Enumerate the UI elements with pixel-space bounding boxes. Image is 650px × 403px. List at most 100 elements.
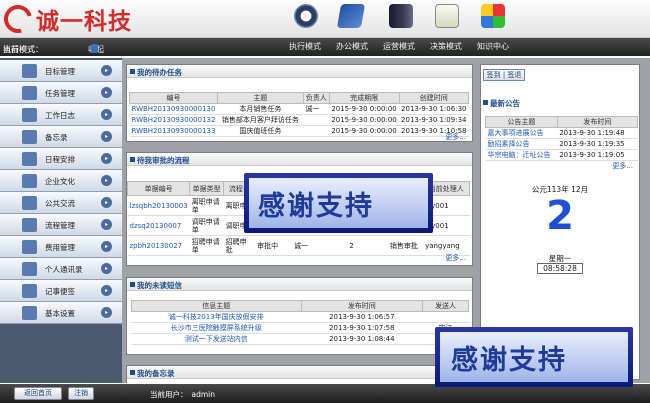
col-header: 创建时间 — [398, 92, 470, 104]
notice-subject[interactable]: 嘉大事项进展公告 — [485, 127, 558, 139]
watermark-text: 感谢支持 — [258, 191, 374, 222]
task-deadline: 2015-9-30 0:00:00 — [329, 114, 400, 126]
table-row[interactable]: RWBH20130930000132 销售部本月客户拜访任务 2015-9-30… — [129, 114, 469, 126]
message-subject[interactable]: 长沙市三医院触摸屏系统升级 — [131, 322, 301, 334]
watermark-overlay: 感谢支持 — [244, 173, 433, 233]
sidebar-item-label: 任务管理 — [45, 89, 75, 98]
table-row[interactable]: 华宗电脑：迁址公告 2013-9-30 1:19:05 — [485, 149, 638, 161]
message-time: 2013-9-30 1:07:58 — [301, 322, 423, 334]
col-header: 主题 — [216, 92, 304, 104]
doc-id[interactable]: lzsqbh20130003 — [127, 195, 190, 216]
sidebar-item-7[interactable]: 流程管理 ▸ — [0, 214, 122, 236]
task-deadline: 2015-9-30 0:00:00 — [329, 103, 400, 115]
sidebar-item-2[interactable]: 工作日志 ▸ — [0, 104, 122, 126]
chevron-right-icon: ▸ — [101, 109, 112, 120]
chevron-right-icon: ▸ — [101, 241, 112, 252]
table-row[interactable]: zpbh20130027 招聘申请单 招聘申批 审批中 诚一 2 销售审批 yan… — [127, 235, 470, 256]
col-header: 发送人 — [422, 300, 469, 312]
mode-office[interactable]: 办公模式 — [336, 41, 368, 52]
sidebar-item-10[interactable]: 记事便签 ▸ — [0, 280, 122, 302]
workflow-icon — [22, 218, 37, 232]
table-row[interactable]: 测试一下发送站内信 2013-9-30 1:08:44 — [131, 333, 469, 345]
home-button[interactable]: 返回首页 — [14, 387, 62, 400]
book-icon[interactable] — [336, 4, 366, 28]
doc-id[interactable]: dzsq20130007 — [127, 215, 190, 236]
approvals-title: 待我审批的流程 — [130, 155, 190, 166]
mode-decision[interactable]: 决策模式 — [430, 41, 462, 52]
sidebar-item-6[interactable]: 公共交流 ▸ — [0, 192, 122, 214]
message-subject[interactable]: 诚一科技2013年国庆放假安排 — [131, 311, 301, 323]
task-subject: 销售部本月客户拜访任务 — [217, 114, 304, 126]
current-user: 当前用户： admin — [150, 390, 215, 399]
task-subject: 本月销售任务 — [217, 103, 304, 115]
sidebar-item-3[interactable]: 备忘录 ▸ — [0, 126, 122, 148]
flow-node: 销售审批 — [389, 241, 418, 250]
sidebar-item-11[interactable]: 基本设置 ▸ — [0, 302, 122, 324]
task-deadline: 2015-9-30 0:00:00 — [329, 125, 400, 137]
sidebar-item-8[interactable]: 费用管理 ▸ — [0, 236, 122, 258]
binder-icon[interactable] — [389, 4, 413, 28]
memo-panel: 我的备忘录 — [126, 365, 473, 383]
task-id[interactable]: RWBH20130930000132 — [129, 114, 218, 126]
bullet-icon — [130, 157, 135, 162]
doc-id[interactable]: zpbh20130027 — [127, 235, 190, 256]
col-header: 发布时间 — [300, 300, 424, 312]
task-id[interactable]: RWBH20130930000130 — [129, 103, 218, 115]
chevron-right-icon: ▸ — [101, 263, 112, 274]
bullet-icon — [130, 69, 135, 74]
mode-knowledge[interactable]: 知识中心 — [477, 41, 509, 52]
notices-table: 公告主题 发布时间 嘉大事项进展公告 2013-9-30 1:19:48 励招素… — [485, 116, 639, 161]
task-id[interactable]: RWBH20130930000133 — [129, 125, 218, 137]
mode-ops[interactable]: 运营模式 — [383, 41, 415, 52]
tasks-more-link[interactable]: 更多... — [445, 132, 466, 142]
contacts-icon — [22, 262, 37, 276]
logout-button[interactable]: 注销 — [68, 387, 94, 400]
doc-type: 调职申请单 — [189, 215, 224, 236]
table-row[interactable]: 长沙市三医院触摸屏系统升级 2013-9-30 1:07:58 宋江 — [131, 322, 469, 334]
mode-bar: 当前模式：执行模式 收起 执行模式 办公模式 运营模式 决策模式 知识中心 — [0, 38, 650, 56]
chevron-right-icon: ▸ — [101, 307, 112, 318]
chevron-right-icon: ▸ — [101, 219, 112, 230]
sidebar-item-label: 备忘录 — [45, 133, 68, 142]
sidebar-item-label: 流程管理 — [45, 221, 75, 230]
col-header: 单据类型 — [189, 181, 225, 196]
notices-more-link[interactable]: 更多... — [612, 161, 633, 171]
sidebar-item-label: 个人通讯录 — [45, 265, 83, 274]
tasks-panel: 我的待办任务 编号 主题 负责人 完成期限 创建时间 RWBH201309300… — [126, 64, 473, 142]
cubes-icon[interactable] — [481, 4, 505, 28]
checklist-icon[interactable] — [435, 4, 459, 28]
approvals-more-link[interactable]: 更多... — [445, 253, 466, 263]
task-created: 2013-9-30 1:09:34 — [399, 114, 469, 126]
table-row[interactable]: RWBH20130930000130 本月销售任务 诚一 2015-9-30 0… — [129, 103, 469, 115]
sidebar-item-5[interactable]: 企业文化 ▸ — [0, 170, 122, 192]
mode-exec[interactable]: 执行模式 — [289, 41, 321, 52]
col-header: 信息主题 — [131, 300, 302, 312]
signin-button[interactable]: 签到 | 签退 — [483, 69, 525, 81]
notice-subject[interactable]: 励招素择公告 — [485, 138, 558, 150]
sidebar-item-0[interactable]: 目标管理 ▸ — [0, 60, 122, 82]
notice-subject[interactable]: 华宗电脑：迁址公告 — [485, 149, 558, 161]
table-row[interactable]: 诚一科技2013年国庆放假安排 2013-9-30 1:06:57 — [131, 311, 469, 323]
sidebar-item-4[interactable]: 日程安排 ▸ — [0, 148, 122, 170]
table-row[interactable]: 励招素择公告 2013-9-30 1:19:35 — [485, 138, 638, 150]
message-subject[interactable]: 测试一下发送站内信 — [131, 333, 301, 345]
expense-icon — [22, 240, 37, 254]
sidebar-item-label: 记事便签 — [45, 287, 75, 296]
chat-icon — [22, 196, 37, 210]
col-header: 负责人 — [302, 92, 330, 104]
notice-time: 2013-9-30 1:19:35 — [557, 138, 638, 150]
sidebar-item-9[interactable]: 个人通讯录 ▸ — [0, 258, 122, 280]
watermark-overlay: 感谢支持 — [435, 327, 633, 387]
flow-name: 招聘申批 — [223, 235, 256, 256]
task-owner — [303, 125, 330, 137]
table-row[interactable]: 嘉大事项进展公告 2013-9-30 1:19:48 — [485, 127, 638, 139]
sidebar-item-label: 企业文化 — [45, 177, 75, 186]
messages-panel: 我的未读短信 信息主题 发布时间 发送人 诚一科技2013年国庆放假安排 201… — [126, 277, 473, 355]
sidebar-item-1[interactable]: 任务管理 ▸ — [0, 82, 122, 104]
calendar-icon — [22, 152, 37, 166]
table-row[interactable]: RWBH20130930000133 国庆值班任务 2015-9-30 0:00… — [129, 125, 469, 137]
tasks-icon — [22, 86, 37, 100]
clock-icon[interactable] — [294, 4, 318, 28]
journal-icon — [22, 108, 37, 122]
clock-display: 08:58:28 — [537, 263, 583, 274]
